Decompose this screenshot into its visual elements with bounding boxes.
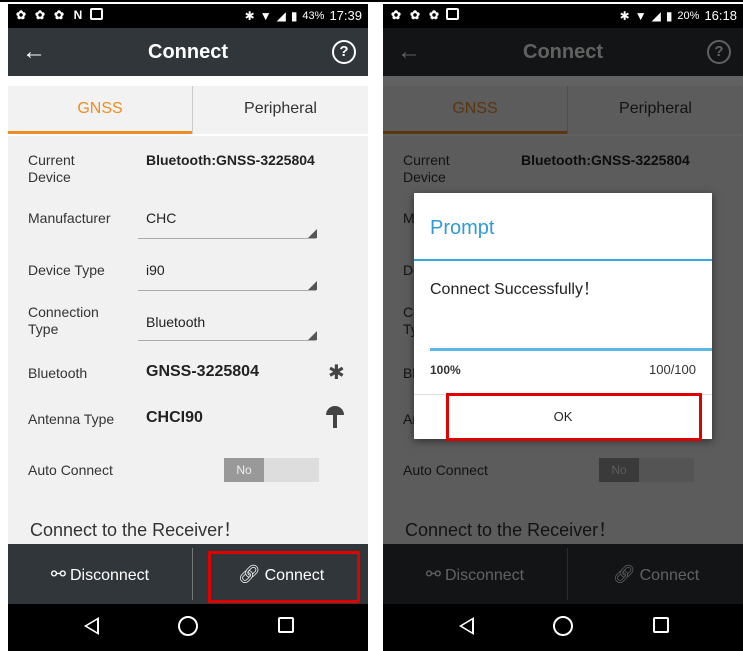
nav-back-icon[interactable] — [459, 617, 474, 635]
connect-form: Current Device Bluetooth:GNSS-3225804 Ma… — [8, 136, 368, 546]
dropdown-triangle-icon[interactable] — [308, 331, 317, 340]
nav-bar — [383, 604, 743, 651]
prompt-dialog: Prompt Connect Successfully！ 100% 100/10… — [414, 193, 712, 441]
bluetooth-icon[interactable]: ✱ — [328, 360, 345, 385]
spinner-underline — [138, 290, 316, 291]
bluetooth-status-icon: ✱ — [244, 8, 255, 23]
signal-icon: ◢ — [276, 8, 286, 23]
signal-icon: ◢ — [651, 8, 661, 23]
app-bar: ← Connect ? — [8, 28, 368, 76]
dropdown-triangle-icon[interactable] — [308, 281, 317, 290]
image-icon — [90, 8, 103, 20]
status-bar: ✿ ✿ ✿ N ✱ ▼ ◢ ▮ 43% 17:39 — [8, 4, 368, 28]
antenna-icon[interactable] — [326, 406, 344, 428]
wifi-icon: ▼ — [634, 8, 647, 23]
battery-percent: 43% — [302, 9, 325, 22]
notification-icon: ✿ — [34, 8, 46, 22]
disconnect-button[interactable]: ⚯Disconnect — [8, 544, 192, 604]
current-device-label: Current Device — [28, 152, 75, 185]
auto-connect-label: Auto Connect — [28, 462, 113, 478]
tab-peripheral[interactable]: Peripheral — [192, 86, 368, 134]
nav-home-icon[interactable] — [178, 616, 198, 636]
connect-message: Connect to the Receiver！ — [30, 520, 242, 540]
device-type-value[interactable]: i90 — [146, 262, 165, 278]
status-time: 16:18 — [704, 8, 737, 23]
bluetooth-value: GNSS-3225804 — [146, 363, 259, 380]
dropdown-triangle-icon[interactable] — [308, 229, 317, 238]
dialog-title: Prompt — [430, 217, 495, 239]
notification-icon: ✿ — [409, 8, 421, 22]
page-title: Connect — [148, 41, 228, 63]
divider — [192, 548, 193, 600]
broken-link-icon: ⚯ — [50, 564, 66, 584]
notification-icon: ✿ — [428, 8, 440, 22]
nav-recent-icon[interactable] — [278, 617, 294, 633]
connection-type-value[interactable]: Bluetooth — [146, 314, 205, 330]
nav-recent-icon[interactable] — [653, 617, 669, 633]
nfc-icon: N — [73, 8, 83, 22]
top-border — [0, 0, 743, 2]
device-type-label: Device Type — [28, 262, 105, 278]
dialog-message: Connect Successfully！ — [430, 281, 599, 298]
status-bar: ✿ ✿ ✿ ✱ ▼ ◢ ▮ 20% 16:18 — [383, 4, 743, 28]
notification-icon: ✿ — [53, 8, 65, 22]
wifi-icon: ▼ — [259, 8, 272, 23]
screen-connect: ✿ ✿ ✿ N ✱ ▼ ◢ ▮ 43% 17:39 ← Connect ? GN… — [8, 4, 368, 651]
highlight-box — [208, 551, 360, 603]
nav-home-icon[interactable] — [553, 616, 573, 636]
status-time: 17:39 — [329, 8, 362, 23]
progress-bar — [430, 348, 712, 351]
connection-type-label: Connection Type — [28, 304, 99, 337]
image-icon — [446, 8, 459, 20]
notification-icon: ✿ — [390, 8, 402, 22]
help-icon[interactable]: ? — [332, 40, 356, 64]
nav-bar — [8, 604, 368, 651]
toggle-knob: No — [224, 458, 264, 482]
spinner-underline — [138, 340, 316, 341]
bluetooth-status-icon: ✱ — [619, 8, 630, 23]
battery-percent: 20% — [677, 9, 700, 22]
battery-icon: ▮ — [665, 8, 673, 23]
screen-connect-dialog: ✿ ✿ ✿ ✱ ▼ ◢ ▮ 20% 16:18 ← Connect ? GNSS… — [383, 4, 743, 651]
battery-icon: ▮ — [290, 8, 298, 23]
auto-connect-toggle[interactable]: No — [224, 458, 319, 482]
current-device-value: Bluetooth:GNSS-3225804 — [146, 152, 315, 168]
antenna-type-value: CHCI90 — [146, 409, 203, 426]
bottom-action-bar: ⚯Disconnect 🔗︎Connect — [8, 544, 368, 604]
progress-count: 100/100 — [649, 362, 696, 377]
manufacturer-label: Manufacturer — [28, 210, 111, 226]
manufacturer-value[interactable]: CHC — [146, 210, 176, 226]
disconnect-label: Disconnect — [69, 567, 150, 584]
notification-icon: ✿ — [15, 8, 27, 22]
nav-back-icon[interactable] — [84, 617, 99, 635]
tab-bar: GNSS Peripheral — [8, 86, 368, 134]
progress-percent: 100% — [430, 363, 461, 377]
bluetooth-label: Bluetooth — [28, 365, 88, 381]
highlight-box — [446, 393, 702, 441]
dialog-title-divider — [414, 259, 712, 261]
tab-gnss[interactable]: GNSS — [8, 86, 192, 134]
antenna-type-label: Antenna Type — [28, 411, 115, 427]
spinner-underline — [138, 238, 316, 239]
